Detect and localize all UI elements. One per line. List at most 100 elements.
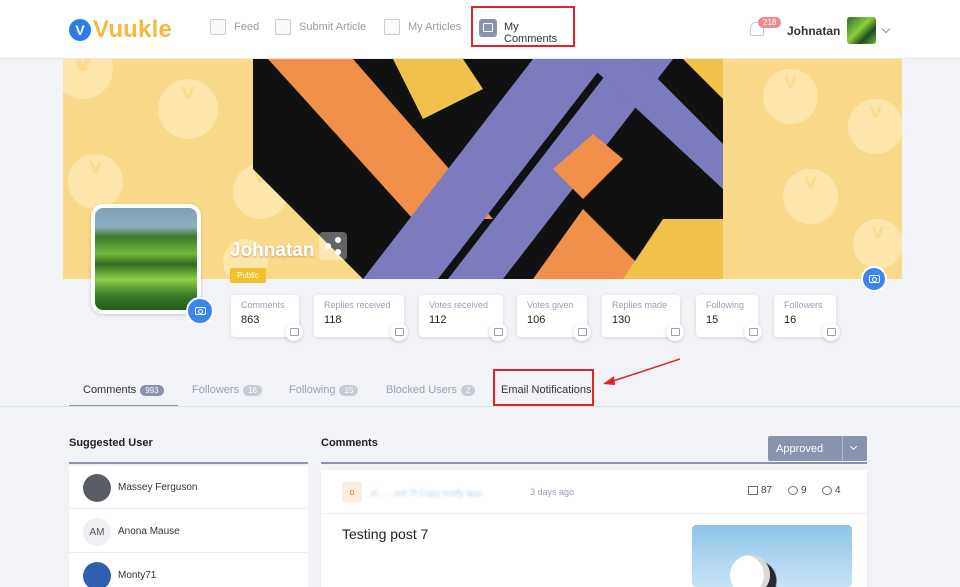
- stat-following[interactable]: Following 15: [696, 295, 762, 341]
- stat-replies-received[interactable]: Replies received 118: [314, 295, 408, 341]
- grid-icon: [210, 19, 226, 35]
- header-avatar[interactable]: [847, 17, 876, 44]
- post-thumbnail[interactable]: [692, 525, 852, 587]
- avatar: [83, 474, 111, 502]
- stat-votes-given[interactable]: Votes given 106: [517, 295, 591, 341]
- reactions-value: 9: [801, 485, 807, 496]
- stat-comments[interactable]: Comments 863: [231, 295, 303, 341]
- cover-camera-button[interactable]: [861, 266, 887, 292]
- suggested-user-title: Suggested User: [69, 437, 153, 449]
- comments-title: Comments: [321, 437, 378, 449]
- tab-email-notifications[interactable]: Email Notifications: [501, 384, 591, 396]
- avatar: o: [342, 482, 362, 502]
- annotation-arrow: [603, 358, 680, 385]
- share-button[interactable]: [319, 232, 347, 260]
- chevron-down-icon[interactable]: [881, 24, 891, 34]
- likes-value: 4: [835, 485, 841, 496]
- nav-my-articles[interactable]: My Articles: [384, 19, 461, 35]
- stat-followers[interactable]: Followers 16: [774, 295, 840, 341]
- reply-icon: [390, 323, 408, 341]
- reactions-count[interactable]: 9: [788, 485, 807, 496]
- stat-value: 863: [241, 314, 260, 326]
- user-name: Anona Mause: [118, 526, 180, 537]
- tab-blocked-users[interactable]: Blocked Users 2: [386, 384, 476, 396]
- profile-name: Johnatan: [230, 240, 315, 261]
- stat-value: 15: [706, 314, 719, 326]
- stat-value: 112: [429, 314, 447, 326]
- tab-count: 15: [339, 384, 359, 396]
- comment-card-header: o ol... ...sot 7f Copy notify app 3 days…: [321, 470, 867, 514]
- tabs-divider: [0, 406, 960, 407]
- profile-photo[interactable]: [91, 204, 201, 314]
- tab-count: 993: [140, 384, 164, 396]
- tab-label: Blocked Users: [386, 384, 457, 396]
- top-bar: V Vuukle Feed Submit Article My Articles…: [0, 0, 960, 59]
- heart-icon: [573, 323, 591, 341]
- stat-label: Replies made: [612, 300, 668, 310]
- stat-label: Votes received: [429, 300, 489, 310]
- stat-value: 106: [527, 314, 546, 326]
- replies-count[interactable]: 87: [748, 485, 772, 496]
- chevron-down-icon: [849, 442, 858, 451]
- heart-icon: [489, 323, 507, 341]
- section-divider: [321, 462, 867, 464]
- comment-post-title[interactable]: Testing post 7: [342, 526, 428, 542]
- articles-icon: [384, 19, 400, 35]
- suggested-user-list: Massey Ferguson AM Anona Mause Monty71: [69, 466, 308, 587]
- comment-icon: [479, 19, 497, 37]
- stat-votes-received[interactable]: Votes received 112: [419, 295, 507, 341]
- avatar: AM: [83, 518, 111, 546]
- list-item[interactable]: Monty71: [69, 554, 308, 587]
- avatar: [83, 562, 111, 587]
- visibility-badge: Public: [230, 268, 266, 283]
- comment-time: 3 days ago: [530, 487, 575, 497]
- nav-feed[interactable]: Feed: [210, 19, 259, 35]
- tab-label: Followers: [192, 384, 240, 396]
- smiley-icon: [788, 486, 798, 495]
- nav-my-comments[interactable]: My Comments: [471, 6, 575, 47]
- tab-count: 16: [243, 384, 262, 396]
- comment-card[interactable]: o ol... ...sot 7f Copy notify app 3 days…: [321, 470, 867, 587]
- tab-following[interactable]: Following 15: [289, 384, 359, 396]
- heart-icon: [822, 486, 832, 495]
- section-divider: [69, 462, 308, 464]
- camera-icon: [869, 275, 880, 283]
- notification-badge: 218: [758, 17, 782, 28]
- comment-icon: [748, 486, 758, 495]
- share-icon-node: [325, 243, 331, 249]
- reply-icon: [666, 323, 684, 341]
- stat-label: Comments: [241, 300, 285, 310]
- share-icon-node: [335, 249, 341, 255]
- list-item[interactable]: AM Anona Mause: [69, 510, 308, 553]
- replies-value: 87: [761, 485, 773, 496]
- nav-feed-label: Feed: [234, 21, 260, 33]
- nav-submit-article[interactable]: Submit Article: [275, 19, 366, 35]
- camera-icon: [195, 307, 206, 315]
- users-icon: [744, 323, 762, 341]
- header-username[interactable]: Johnatan: [787, 24, 840, 38]
- share-icon: [335, 237, 341, 243]
- status-filter-value: Approved: [776, 443, 824, 455]
- dropdown-separator: [842, 436, 843, 461]
- stat-replies-made[interactable]: Replies made 130: [602, 295, 684, 341]
- tab-count: 2: [460, 384, 476, 396]
- nav-my-articles-label: My Articles: [408, 21, 462, 33]
- users-icon: [822, 323, 840, 341]
- tab-comments[interactable]: Comments 993: [83, 384, 164, 396]
- comment-author[interactable]: ol... ...sot 7f Copy notify app: [370, 488, 482, 498]
- nav-submit-article-label: Submit Article: [299, 21, 367, 33]
- tab-followers[interactable]: Followers 16: [192, 384, 262, 396]
- logo-text: Vuukle: [93, 16, 173, 43]
- nav-my-comments-label: My Comments: [504, 21, 558, 45]
- user-name: Massey Ferguson: [118, 482, 198, 493]
- stat-value: 130: [612, 314, 631, 326]
- document-plus-icon: [275, 19, 291, 35]
- logo[interactable]: V Vuukle: [69, 16, 172, 44]
- profile-camera-button[interactable]: [186, 297, 214, 325]
- stat-label: Votes given: [527, 300, 574, 310]
- likes-count[interactable]: 4: [822, 485, 841, 496]
- stat-label: Following: [706, 300, 745, 310]
- tab-label: Following: [289, 384, 336, 396]
- status-filter-dropdown[interactable]: Approved: [768, 436, 867, 461]
- list-item[interactable]: Massey Ferguson: [69, 466, 308, 509]
